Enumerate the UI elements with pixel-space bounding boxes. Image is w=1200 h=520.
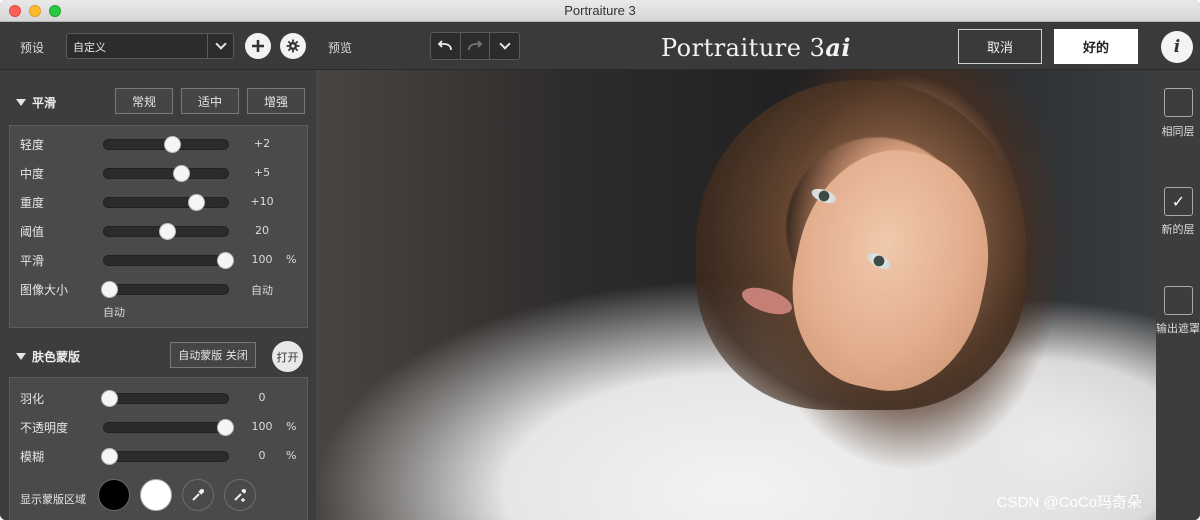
add-preset-button[interactable] [245, 33, 271, 59]
slider-label: 中度 [20, 167, 45, 181]
slider-track[interactable] [103, 194, 229, 211]
redo-icon [468, 40, 483, 51]
slider-label: 不透明度 [20, 421, 69, 435]
eyedropper-button[interactable] [182, 479, 214, 511]
slider-unit: % [286, 253, 297, 266]
eyedropper-add-button[interactable] [224, 479, 256, 511]
image-size-note: 自动 [103, 306, 125, 319]
preview-image[interactable]: CSDN @CoCo玛奇朵 [316, 70, 1156, 520]
slider-handle[interactable] [101, 390, 119, 407]
same-layer-label: 相同层 [1161, 125, 1195, 138]
same-layer-checkbox[interactable] [1164, 88, 1193, 117]
slider-track[interactable] [103, 136, 229, 153]
slider-handle[interactable] [172, 165, 190, 182]
eyedropper-plus-icon [234, 489, 246, 502]
slider-track[interactable] [103, 223, 229, 240]
preset-normal-button[interactable]: 常规 [115, 88, 173, 114]
history-controls [430, 32, 520, 60]
gear-icon [286, 39, 300, 53]
slider-value: +5 [253, 166, 271, 179]
slider-handle[interactable] [216, 419, 234, 436]
open-mask-button[interactable]: 打开 [272, 341, 303, 372]
preset-select[interactable]: 自定义 [66, 33, 234, 59]
preset-strong-button[interactable]: 增强 [247, 88, 305, 114]
settings-panel: 平滑 常规 适中 增强 轻度 +2 中度 +5 重度 +10 阈值 20 平滑 100% 图像大小自… [0, 70, 316, 520]
show-mask-area-label: 显示蒙版区域 [20, 493, 86, 506]
mask-color-white-swatch[interactable] [140, 479, 172, 511]
info-icon: i [1173, 37, 1181, 57]
slider-track[interactable] [101, 448, 229, 465]
eyedropper-icon [192, 489, 204, 501]
slider-handle[interactable] [101, 448, 119, 465]
skin-mask-section-header[interactable]: 肤色蒙版 [0, 341, 316, 371]
slider-label: 羽化 [20, 392, 45, 406]
slider-value: 100 [251, 420, 273, 433]
slider-label: 轻度 [20, 138, 45, 152]
slider-handle[interactable] [164, 136, 182, 153]
preview-label: 预览 [328, 41, 353, 55]
slider-value: 0 [258, 449, 266, 462]
preset-label: 预设 [20, 41, 45, 55]
preset-select-value: 自定义 [73, 41, 106, 54]
window-title: Portraiture 3 [564, 3, 636, 18]
slider-track[interactable] [103, 165, 229, 182]
slider-unit: % [286, 449, 297, 462]
smoothing-title: 平滑 [32, 96, 57, 110]
output-mask-label: 输出遮罩 [1156, 322, 1200, 335]
watermark-text: CSDN @CoCo玛奇朵 [996, 494, 1142, 511]
slider-track[interactable] [103, 252, 234, 269]
title-bar: Portraiture 3 [0, 0, 1200, 22]
slider-track[interactable] [103, 419, 234, 436]
slider-value: 自动 [251, 284, 273, 297]
auto-mask-toggle[interactable]: 自动蒙版 关闭 [170, 342, 256, 368]
output-mask-checkbox[interactable] [1164, 286, 1193, 315]
undo-icon [438, 40, 453, 51]
slider-label: 重度 [20, 196, 45, 210]
plus-icon [252, 40, 264, 52]
slider-handle[interactable] [216, 252, 234, 269]
cancel-button[interactable]: 取消 [958, 29, 1042, 64]
slider-handle[interactable] [187, 194, 205, 211]
checkmark-icon: ✓ [1171, 192, 1186, 211]
undo-button[interactable] [431, 33, 461, 59]
smoothing-controls: 轻度 +2 中度 +5 重度 +10 阈值 20 平滑 100% 图像大小 自动 自动 [9, 125, 308, 328]
ok-button[interactable]: 好的 [1054, 29, 1138, 64]
slider-track[interactable] [101, 281, 229, 298]
chevron-down-icon [499, 38, 511, 50]
slider-value: 20 [255, 224, 269, 237]
slider-value: +2 [253, 137, 271, 150]
new-layer-label: 新的层 [1161, 223, 1195, 236]
slider-handle[interactable] [159, 223, 176, 240]
disclosure-triangle-icon [16, 353, 26, 360]
preset-settings-button[interactable] [280, 33, 306, 59]
chevron-down-icon [207, 34, 233, 58]
slider-value: +10 [250, 195, 274, 208]
slider-value: 100 [251, 253, 273, 266]
slider-handle[interactable] [101, 281, 119, 298]
app-brand-logo: Portraiture 3ai [660, 33, 852, 62]
disclosure-triangle-icon [16, 99, 26, 106]
new-layer-checkbox[interactable]: ✓ [1164, 187, 1193, 216]
slider-unit: % [286, 420, 297, 433]
slider-label: 模糊 [20, 450, 45, 464]
history-menu-button[interactable] [490, 33, 519, 59]
info-button[interactable]: i [1161, 31, 1193, 63]
redo-button[interactable] [461, 33, 491, 59]
mask-color-black-swatch[interactable] [98, 479, 130, 511]
slider-track[interactable] [101, 390, 229, 407]
slider-label: 阈值 [20, 225, 45, 239]
app-window: Portraiture 3 预设 自定义 预览 Portraiture 3ai … [0, 0, 1200, 520]
slider-label: 图像大小 [20, 283, 69, 297]
skin-mask-title: 肤色蒙版 [32, 350, 81, 364]
slider-value: 0 [258, 391, 266, 404]
top-toolbar: 预设 自定义 预览 Portraiture 3ai 取消 好的 i [0, 22, 1200, 70]
slider-label: 平滑 [20, 254, 45, 268]
output-panel: 相同层 ✓ 新的层 输出遮罩 [1156, 70, 1200, 520]
preset-medium-button[interactable]: 适中 [181, 88, 239, 114]
